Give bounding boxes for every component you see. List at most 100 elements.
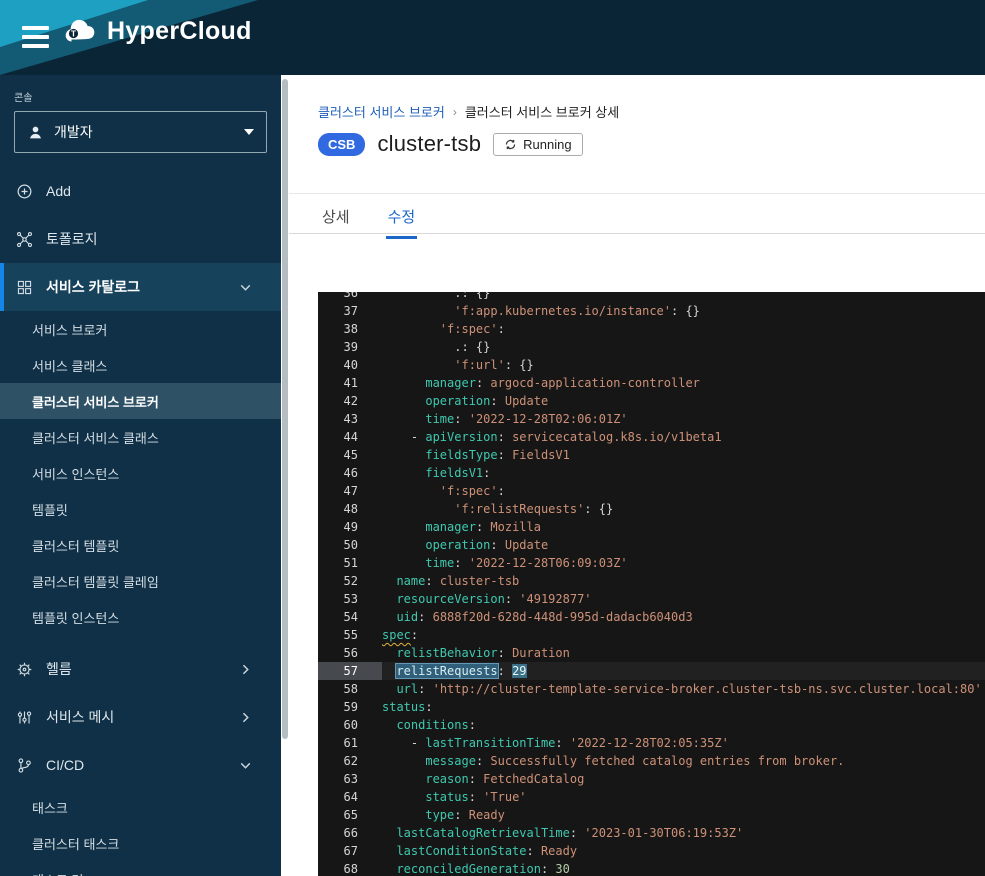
sidebar-item-cicd[interactable]: CI/CD [0,741,281,789]
sidebar-item-label: 서비스 메시 [46,707,114,727]
editor-line[interactable]: 42 operation: Update [318,392,985,410]
code-token: : [418,682,432,696]
editor-line[interactable]: 55spec: [318,626,985,644]
line-number: 60 [318,716,382,734]
sidebar-item-label: 헬름 [46,659,72,679]
code-token: Successfully fetched catalog entries fro… [490,754,844,768]
code-token [382,484,440,498]
sidebar-item-add[interactable]: Add [0,167,281,215]
code-token: : {} [584,502,613,516]
editor-line[interactable]: 41 manager: argocd-application-controlle… [318,374,985,392]
sidebar-subitem-label: 서비스 클래스 [32,356,107,375]
breadcrumb-parent-link[interactable]: 클러스터 서비스 브로커 [318,102,445,121]
line-number: 66 [318,824,382,842]
editor-line[interactable]: 51 time: '2022-12-28T06:09:03Z' [318,554,985,572]
sidebar-subitem-label: 클러스터 태스크 [32,834,119,853]
editor-line[interactable]: 49 manager: Mozilla [318,518,985,536]
helm-icon [16,661,33,678]
editor-line[interactable]: 56 relistBehavior: Duration [318,644,985,662]
chevron-down-icon [237,279,254,296]
line-number: 36 [318,292,382,302]
sidebar-scrollbar-thumb[interactable] [282,79,288,739]
sidebar-subitem[interactable]: 클러스터 태스크 [0,825,281,861]
editor-line[interactable]: 50 operation: Update [318,536,985,554]
editor-line[interactable]: 65 type: Ready [318,806,985,824]
status-label: Running [523,137,571,152]
yaml-editor[interactable]: 36 .: {}37 'f:app.kubernetes.io/instance… [318,292,985,876]
editor-line[interactable]: 58 url: 'http://cluster-template-service… [318,680,985,698]
editor-line[interactable]: 62 message: Successfully fetched catalog… [318,752,985,770]
code-token: Ready [541,844,577,858]
editor-line[interactable]: 61 - lastTransitionTime: '2022-12-28T02:… [318,734,985,752]
sidebar-subitem[interactable]: 클러스터 템플릿 [0,527,281,563]
code-token: name [396,574,425,588]
sidebar-subitem[interactable]: 클러스터 서비스 클래스 [0,419,281,455]
sidebar-subitem[interactable]: 클러스터 서비스 브로커 [0,383,281,419]
sidebar-item-topology[interactable]: 토폴로지 [0,215,281,263]
editor-line[interactable]: 67 lastConditionState: Ready [318,842,985,860]
editor-line[interactable]: 64 status: 'True' [318,788,985,806]
sidebar-item-helm[interactable]: 헬름 [0,645,281,693]
editor-line[interactable]: 36 .: {} [318,292,985,302]
code-token: lastTransitionTime [425,736,555,750]
code-token: FetchedCatalog [483,772,584,786]
code-token [382,592,396,606]
sidebar-subitem[interactable]: 태스크 런 [0,861,281,876]
editor-line[interactable]: 40 'f:url': {} [318,356,985,374]
editor-line[interactable]: 66 lastCatalogRetrievalTime: '2023-01-30… [318,824,985,842]
editor-line[interactable]: 46 fieldsV1: [318,464,985,482]
code-token: : [498,430,512,444]
sidebar-subitem[interactable]: 서비스 인스턴스 [0,455,281,491]
editor-line[interactable]: 48 'f:relistRequests': {} [318,500,985,518]
editor-line[interactable]: 57 relistRequests: 29 [318,662,985,680]
hamburger-menu-icon[interactable] [22,26,49,48]
line-number: 52 [318,572,382,590]
code-text: lastCatalogRetrievalTime: '2023-01-30T06… [382,824,743,842]
sidebar-subitem[interactable]: 서비스 클래스 [0,347,281,383]
editor-line[interactable]: 59status: [318,698,985,716]
code-token: cluster-tsb [440,574,519,588]
code-token: message [425,754,476,768]
editor-line[interactable]: 39 .: {} [318,338,985,356]
editor-line[interactable]: 54 uid: 6888f20d-628d-448d-995d-dadacb60… [318,608,985,626]
line-number: 51 [318,554,382,572]
line-number: 67 [318,842,382,860]
editor-line[interactable]: 63 reason: FetchedCatalog [318,770,985,788]
editor-line[interactable]: 52 name: cluster-tsb [318,572,985,590]
code-token [382,520,425,534]
code-token [382,772,425,786]
sidebar-item-service-mesh[interactable]: 서비스 메시 [0,693,281,741]
editor-line[interactable]: 47 'f:spec': [318,482,985,500]
sidebar-subitem[interactable]: 서비스 브로커 [0,311,281,347]
code-token: 'True' [483,790,526,804]
page-title-row: CSB cluster-tsb Running [318,131,583,157]
editor-line[interactable]: 43 time: '2022-12-28T02:06:01Z' [318,410,985,428]
sidebar-scrollbar[interactable] [281,75,289,876]
sidebar: 콘솔 개발자 Add토폴로지서비스 카탈로그서비스 브로커서비스 클래스클러스터… [0,75,281,876]
editor-line[interactable]: 37 'f:app.kubernetes.io/instance': {} [318,302,985,320]
editor-line[interactable]: 44 - apiVersion: servicecatalog.k8s.io/v… [318,428,985,446]
sidebar-subitem[interactable]: 템플릿 [0,491,281,527]
code-token: reconciledGeneration [396,862,541,876]
code-token: operation [425,394,490,408]
line-number: 44 [318,428,382,446]
sidebar-subitem[interactable]: 클러스터 템플릿 클레임 [0,563,281,599]
brand-logo[interactable]: T HyperCloud [62,17,252,46]
sidebar-item-service-catalog[interactable]: 서비스 카탈로그 [0,263,281,311]
editor-line[interactable]: 38 'f:spec': [318,320,985,338]
sidebar-subitem-label: 클러스터 템플릿 클레임 [32,572,159,591]
line-number: 41 [318,374,382,392]
editor-line[interactable]: 53 resourceVersion: '49192877' [318,590,985,608]
code-text: .: {} [382,338,490,356]
code-token [382,808,425,822]
role-selector[interactable]: 개발자 [14,111,267,153]
editor-line[interactable]: 45 fieldsType: FieldsV1 [318,446,985,464]
code-token [382,664,396,678]
code-token: : [490,394,504,408]
sidebar-subitem[interactable]: 태스크 [0,789,281,825]
editor-line[interactable]: 60 conditions: [318,716,985,734]
editor-line[interactable]: 68 reconciledGeneration: 30 [318,860,985,876]
sidebar-subitem[interactable]: 템플릿 인스턴스 [0,599,281,635]
line-number: 38 [318,320,382,338]
sidebar-subitem-label: 서비스 브로커 [32,320,107,339]
